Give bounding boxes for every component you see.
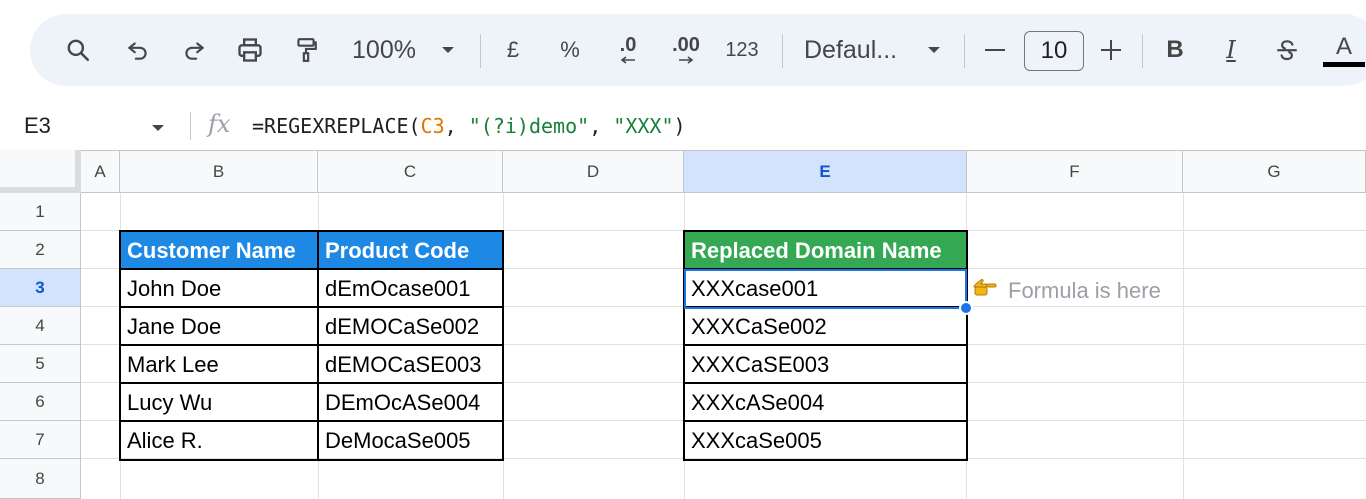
fill-handle[interactable]: [959, 301, 973, 315]
table-border: [119, 268, 504, 270]
formula-reference: C3: [420, 114, 445, 138]
row-header-8[interactable]: 8: [0, 459, 81, 499]
decrease-decimal-label: .0: [619, 34, 637, 56]
gridline: [966, 193, 967, 499]
cell-product-code[interactable]: dEMOCaSE003: [319, 346, 503, 383]
column-header-d[interactable]: D: [503, 150, 684, 193]
formula-function: =REGEXREPLACE(: [252, 114, 421, 138]
table-border: [683, 420, 968, 422]
cell-product-code[interactable]: DeMocaSe005: [319, 422, 503, 459]
text-color-button[interactable]: A: [1323, 14, 1365, 86]
chevron-down-icon[interactable]: [434, 14, 462, 86]
formula-pattern-string: "(?i)demo": [468, 114, 590, 138]
result-cell[interactable]: XXXCaSE003: [685, 346, 966, 383]
bold-button[interactable]: B: [1160, 14, 1190, 86]
table-border: [119, 420, 504, 422]
chevron-down-icon[interactable]: [150, 120, 166, 138]
row-header-4[interactable]: 4: [0, 307, 81, 345]
italic-button[interactable]: I: [1216, 14, 1246, 86]
table-border: [683, 344, 968, 346]
table-border: [119, 382, 504, 384]
cell-customer-name[interactable]: Lucy Wu: [121, 384, 318, 421]
result-cell[interactable]: XXXcASe004: [685, 384, 966, 421]
gridline: [503, 193, 504, 499]
currency-button[interactable]: £: [498, 14, 528, 86]
formula-separator: ,: [589, 114, 614, 138]
column-header-a[interactable]: A: [81, 150, 120, 193]
row-header-6[interactable]: 6: [0, 383, 81, 421]
result-cell[interactable]: XXXCaSe002: [685, 308, 966, 345]
result-cell[interactable]: XXXcase001: [685, 270, 966, 307]
row-header-2[interactable]: 2: [0, 231, 81, 269]
formula-separator: ,: [444, 114, 469, 138]
column-header-b[interactable]: B: [120, 150, 318, 193]
table-header-customer-name[interactable]: Customer Name: [121, 232, 318, 269]
cell-product-code[interactable]: dEMOCaSe002: [319, 308, 503, 345]
font-family-select[interactable]: Defaul...: [804, 14, 908, 86]
gridline: [1183, 193, 1184, 499]
row-header-3[interactable]: 3: [0, 269, 81, 307]
table-header-product-code[interactable]: Product Code: [319, 232, 503, 269]
formula-close-paren: ): [673, 114, 686, 138]
formula-note[interactable]: Formula is here: [972, 276, 1161, 306]
row-header-1[interactable]: 1: [0, 193, 81, 231]
formula-bar-divider: [190, 112, 191, 140]
formula-bar: E3 fx =REGEXREPLACE(C3, "(?i)demo", "XXX…: [0, 102, 1366, 150]
toolbar-divider: [964, 34, 965, 68]
chevron-down-icon[interactable]: [920, 14, 948, 86]
percent-button[interactable]: %: [554, 14, 586, 86]
cell-customer-name[interactable]: John Doe: [121, 270, 318, 307]
cell-customer-name[interactable]: Mark Lee: [121, 346, 318, 383]
result-header[interactable]: Replaced Domain Name: [685, 232, 966, 269]
toolbar-divider: [1142, 34, 1143, 68]
paint-format-icon[interactable]: [288, 14, 324, 86]
column-header-e[interactable]: E: [684, 150, 967, 193]
cell-product-code[interactable]: DEmOcASe004: [319, 384, 503, 421]
row-header-7[interactable]: 7: [0, 421, 81, 459]
column-header-g[interactable]: G: [1183, 150, 1366, 193]
table-border: [683, 268, 968, 270]
formula-replacement-string: "XXX": [613, 114, 674, 138]
undo-icon[interactable]: [120, 14, 156, 86]
cell-product-code[interactable]: dEmOcase001: [319, 270, 503, 307]
minus-icon[interactable]: [980, 14, 1010, 86]
cell-customer-name[interactable]: Jane Doe: [121, 308, 318, 345]
increase-decimal-label: .00: [672, 34, 700, 56]
text-color-swatch: [1323, 61, 1365, 67]
note-text: Formula is here: [1008, 278, 1161, 303]
toolbar: 100% £ % .0 .00 123 Defaul... 10 B I A: [30, 14, 1366, 86]
strikethrough-icon[interactable]: [1270, 14, 1304, 86]
toolbar-divider: [480, 34, 481, 68]
formula-input[interactable]: =REGEXREPLACE(C3, "(?i)demo", "XXX"): [252, 102, 686, 150]
redo-icon[interactable]: [176, 14, 212, 86]
text-color-label: A: [1335, 32, 1352, 60]
font-size-input[interactable]: 10: [1024, 31, 1084, 71]
row-header-5[interactable]: 5: [0, 345, 81, 383]
cell-customer-name[interactable]: Alice R.: [121, 422, 318, 459]
decrease-decimal-button[interactable]: .0: [608, 14, 648, 86]
table-border: [683, 306, 968, 308]
arrow-left-icon: [620, 56, 635, 64]
plus-icon[interactable]: [1096, 14, 1126, 86]
fx-icon: fx: [208, 110, 231, 138]
table-border: [119, 344, 504, 346]
increase-decimal-button[interactable]: .00: [664, 14, 708, 86]
gridline: [81, 230, 1366, 231]
result-cell[interactable]: XXXcaSe005: [685, 422, 966, 459]
spreadsheet-grid: A B C D E F G 1 2 3 4 5 6 7 8 Customer N…: [0, 150, 1366, 499]
search-icon[interactable]: [60, 14, 96, 86]
name-box[interactable]: E3: [24, 102, 51, 150]
column-header-f[interactable]: F: [967, 150, 1183, 193]
column-header-c[interactable]: C: [318, 150, 503, 193]
table-border: [119, 306, 504, 308]
toolbar-divider: [782, 34, 783, 68]
table-border: [683, 382, 968, 384]
pointing-hand-icon: [972, 279, 998, 303]
number-format-button[interactable]: 123: [720, 14, 764, 86]
zoom-select[interactable]: 100%: [346, 14, 422, 86]
arrow-right-icon: [679, 56, 694, 64]
print-icon[interactable]: [232, 14, 268, 86]
toolbar-area: 100% £ % .0 .00 123 Defaul... 10 B I A: [0, 0, 1366, 102]
